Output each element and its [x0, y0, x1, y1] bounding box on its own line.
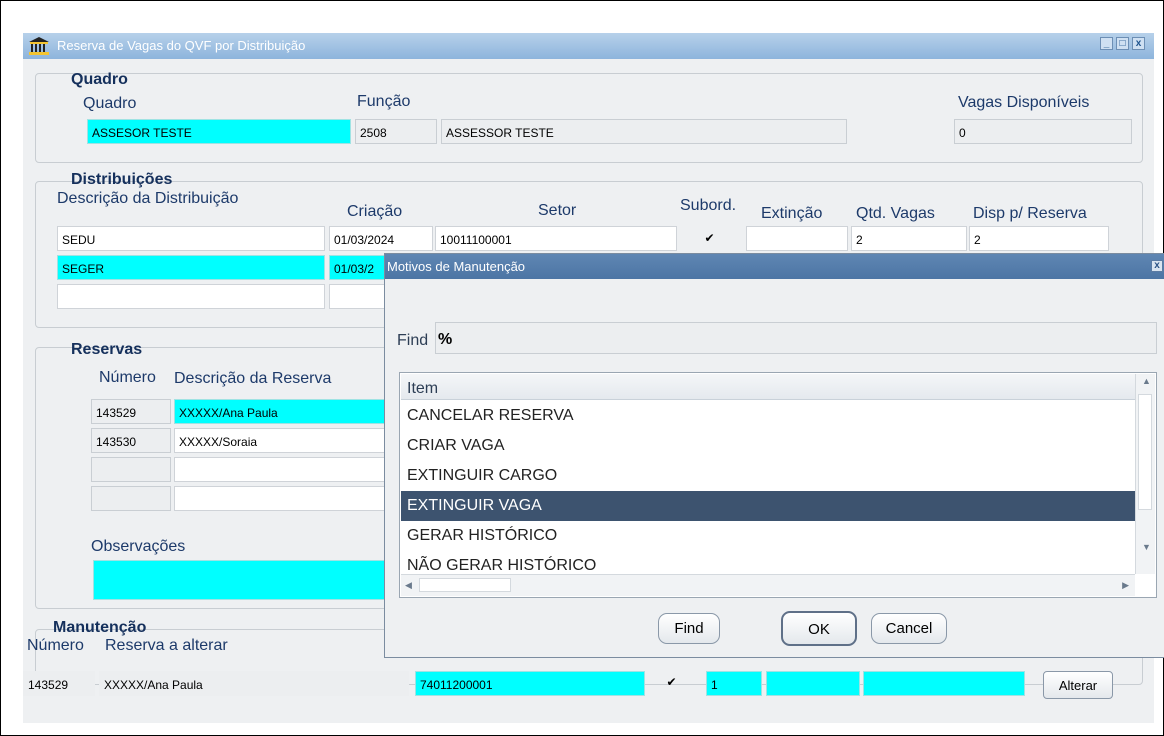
subord-checkbox[interactable]: ✔ — [703, 232, 716, 245]
find-input[interactable]: % — [435, 322, 1157, 354]
close-button[interactable]: x — [1132, 37, 1145, 50]
distribuicao-criacao-field[interactable]: 01/03/2024 — [329, 226, 433, 251]
distribuicoes-section-title: Distribuições — [71, 171, 173, 188]
col-setor: Setor — [538, 202, 577, 219]
manutencao-section-title: Manutenção — [53, 619, 147, 636]
window-titlebar[interactable]: Reserva de Vagas do QVF por Distribuição… — [23, 33, 1154, 59]
observacoes-label: Observações — [91, 538, 186, 555]
reserva-descricao-field[interactable]: XXXXX/Soraia — [174, 428, 386, 453]
col-extincao: Extinção — [761, 205, 823, 222]
window-title: Reserva de Vagas do QVF por Distribuição — [57, 38, 306, 53]
col-qtd-vagas: Qtd. Vagas — [856, 205, 935, 222]
reservas-section-title: Reservas — [71, 341, 143, 358]
scroll-thumb[interactable] — [1138, 394, 1152, 510]
quadro-field[interactable]: ASSESOR TESTE — [87, 119, 351, 144]
col-criacao: Criação — [347, 203, 403, 220]
find-label-text: Find — [397, 332, 429, 349]
vagas-disponiveis-field[interactable]: 0 — [954, 119, 1132, 144]
col-numero-manutencao: Número — [27, 637, 84, 654]
list-item-selected[interactable]: EXTINGUIR VAGA — [401, 491, 1135, 521]
distribuicao-extincao-field[interactable] — [746, 226, 848, 251]
distribuicao-disp-field[interactable]: 2 — [969, 226, 1109, 251]
vagas-disponiveis-label: Vagas Disponíveis — [958, 94, 1090, 111]
scroll-down-arrow-icon[interactable]: ▼ — [1142, 542, 1151, 552]
distribuicao-qtd-field[interactable]: 2 — [851, 226, 967, 251]
manutencao-motivo-field[interactable] — [863, 671, 1025, 696]
manutencao-setor-field[interactable]: 74011200001 — [415, 671, 645, 696]
reserva-numero-field[interactable]: 143529 — [91, 399, 171, 424]
distribuicao-descricao-field[interactable]: SEDU — [57, 226, 325, 251]
dialog-close-button[interactable]: x — [1151, 260, 1163, 272]
list-header-item: Item — [401, 374, 1135, 400]
quadro-group — [35, 73, 1143, 163]
list-item[interactable]: EXTINGUIR CARGO — [401, 461, 1135, 491]
reserva-descricao-field[interactable]: XXXXX/Ana Paula — [174, 399, 386, 424]
list-item[interactable]: GERAR HISTÓRICO — [401, 521, 1135, 551]
manutencao-extincao-field[interactable] — [766, 671, 860, 696]
find-input-value: % — [438, 331, 453, 348]
list-item[interactable]: CANCELAR RESERVA — [401, 401, 1135, 431]
funcao-code-field[interactable]: 2508 — [355, 119, 437, 144]
hscroll-thumb[interactable] — [419, 578, 511, 592]
motivos-list[interactable]: Item CANCELAR RESERVA CRIAR VAGA EXTINGU… — [399, 372, 1157, 598]
cancel-button[interactable]: Cancel — [871, 613, 947, 644]
manutencao-reserva-field[interactable]: XXXXX/Ana Paula — [99, 671, 409, 696]
funcao-description-field[interactable]: ASSESSOR TESTE — [441, 119, 847, 144]
scroll-right-arrow-icon[interactable]: ▶ — [1122, 580, 1129, 591]
minimize-button[interactable]: _ — [1100, 37, 1113, 50]
motivos-dialog: Motivos de Manutenção x Find % Item CANC… — [384, 253, 1164, 658]
scroll-up-arrow-icon[interactable]: ▲ — [1142, 376, 1151, 386]
col-subord: Subord. — [680, 197, 737, 214]
col-numero-reserva: Número — [99, 369, 156, 386]
ok-button[interactable]: OK — [781, 611, 857, 646]
maximize-button[interactable]: □ — [1116, 37, 1129, 50]
screenshot-frame: Reserva de Vagas do QVF por Distribuição… — [0, 0, 1164, 736]
find-label: Find — [397, 332, 428, 350]
funcao-label: Função — [357, 93, 411, 110]
reserva-numero-field[interactable]: 143530 — [91, 428, 171, 453]
dialog-titlebar[interactable]: Motivos de Manutenção x — [385, 254, 1164, 279]
reserva-numero-field[interactable] — [91, 457, 171, 482]
reserva-numero-field[interactable] — [91, 486, 171, 511]
col-descricao-distribuicao: Descrição da Distribuição — [57, 190, 239, 207]
app-building-icon — [29, 37, 49, 55]
reserva-descricao-field[interactable] — [174, 457, 386, 482]
list-vertical-scrollbar[interactable]: ▲ ▼ — [1135, 374, 1155, 574]
manutencao-subord-checkbox[interactable]: ✔ — [665, 676, 678, 689]
col-reserva-alterar: Reserva a alterar — [105, 637, 228, 654]
list-item[interactable]: CRIAR VAGA — [401, 431, 1135, 461]
quadro-section-title: Quadro — [71, 71, 128, 88]
scroll-left-arrow-icon[interactable]: ◀ — [405, 580, 412, 591]
manutencao-numero-field[interactable]: 143529 — [23, 671, 95, 696]
reserva-descricao-field[interactable] — [174, 486, 386, 511]
col-descricao-reserva: Descrição da Reserva — [174, 370, 332, 387]
list-horizontal-scrollbar[interactable]: ◀ ▶ — [401, 574, 1135, 596]
quadro-label: Quadro — [83, 95, 137, 112]
distribuicao-setor-field[interactable]: 10011100001 — [435, 226, 677, 251]
find-button[interactable]: Find — [658, 613, 720, 644]
list-item[interactable]: NÃO GERAR HISTÓRICO — [401, 551, 1135, 571]
manutencao-vagas-field[interactable]: 1 — [706, 671, 762, 696]
col-disp-reserva: Disp p/ Reserva — [973, 205, 1087, 222]
observacoes-field[interactable] — [93, 560, 389, 600]
distribuicao-descricao-field[interactable] — [57, 284, 325, 309]
distribuicao-descricao-field[interactable]: SEGER — [57, 255, 325, 280]
alterar-button[interactable]: Alterar — [1043, 671, 1113, 699]
dialog-title: Motivos de Manutenção — [387, 259, 526, 274]
